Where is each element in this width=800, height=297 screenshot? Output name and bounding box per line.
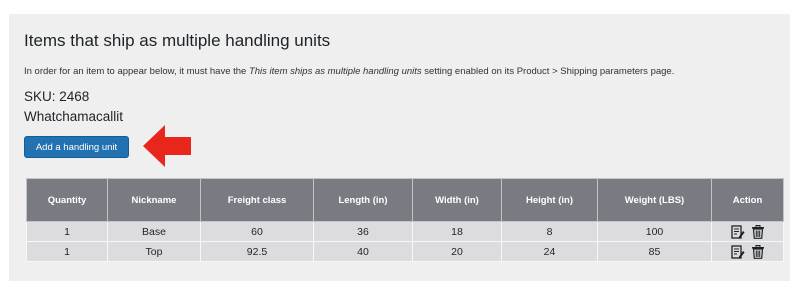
cell-freight-class: 92.5 xyxy=(200,241,314,262)
table-row: 1 Top 92.5 40 20 24 85 xyxy=(26,241,784,262)
header-action: Action xyxy=(711,178,784,222)
cell-actions xyxy=(711,221,784,242)
header-freight-class: Freight class xyxy=(200,178,314,222)
header-width: Width (in) xyxy=(412,178,502,222)
table-header-row: Quantity Nickname Freight class Length (… xyxy=(26,178,784,222)
cell-height: 8 xyxy=(501,221,598,242)
cell-height: 24 xyxy=(501,241,598,262)
cell-nickname: Base xyxy=(107,221,201,242)
description-suffix: setting enabled on its Product > Shippin… xyxy=(421,66,675,77)
red-arrow-shape xyxy=(143,125,191,167)
cell-quantity: 1 xyxy=(26,241,108,262)
trash-icon[interactable] xyxy=(751,244,765,259)
product-name: Whatchamacallit xyxy=(24,109,124,124)
header-quantity: Quantity xyxy=(26,178,108,222)
handling-units-table: Quantity Nickname Freight class Length (… xyxy=(26,178,784,262)
page-title: Items that ship as multiple handling uni… xyxy=(24,31,331,50)
handling-units-panel: Items that ship as multiple handling uni… xyxy=(9,14,790,281)
cell-nickname: Top xyxy=(107,241,201,262)
cell-width: 18 xyxy=(412,221,502,242)
table-row: 1 Base 60 36 18 8 100 xyxy=(26,221,784,242)
cell-actions xyxy=(711,241,784,262)
sku-label: SKU: 2468 xyxy=(24,89,90,104)
edit-icon[interactable] xyxy=(730,244,745,259)
page-description: In order for an item to appear below, it… xyxy=(24,66,674,77)
header-weight: Weight (LBS) xyxy=(597,178,712,222)
header-length: Length (in) xyxy=(313,178,413,222)
red-arrow-annotation xyxy=(143,125,191,167)
header-nickname: Nickname xyxy=(107,178,201,222)
trash-icon[interactable] xyxy=(751,224,765,239)
add-handling-unit-button[interactable]: Add a handling unit xyxy=(24,136,129,158)
cell-width: 20 xyxy=(412,241,502,262)
edit-icon[interactable] xyxy=(730,224,745,239)
description-setting-name: This item ships as multiple handling uni… xyxy=(248,66,422,77)
cell-length: 40 xyxy=(313,241,413,262)
cell-weight: 85 xyxy=(597,241,712,262)
cell-quantity: 1 xyxy=(26,221,108,242)
description-prefix: In order for an item to appear below, it… xyxy=(24,66,249,77)
header-height: Height (in) xyxy=(501,178,598,222)
cell-weight: 100 xyxy=(597,221,712,242)
cell-length: 36 xyxy=(313,221,413,242)
cell-freight-class: 60 xyxy=(200,221,314,242)
